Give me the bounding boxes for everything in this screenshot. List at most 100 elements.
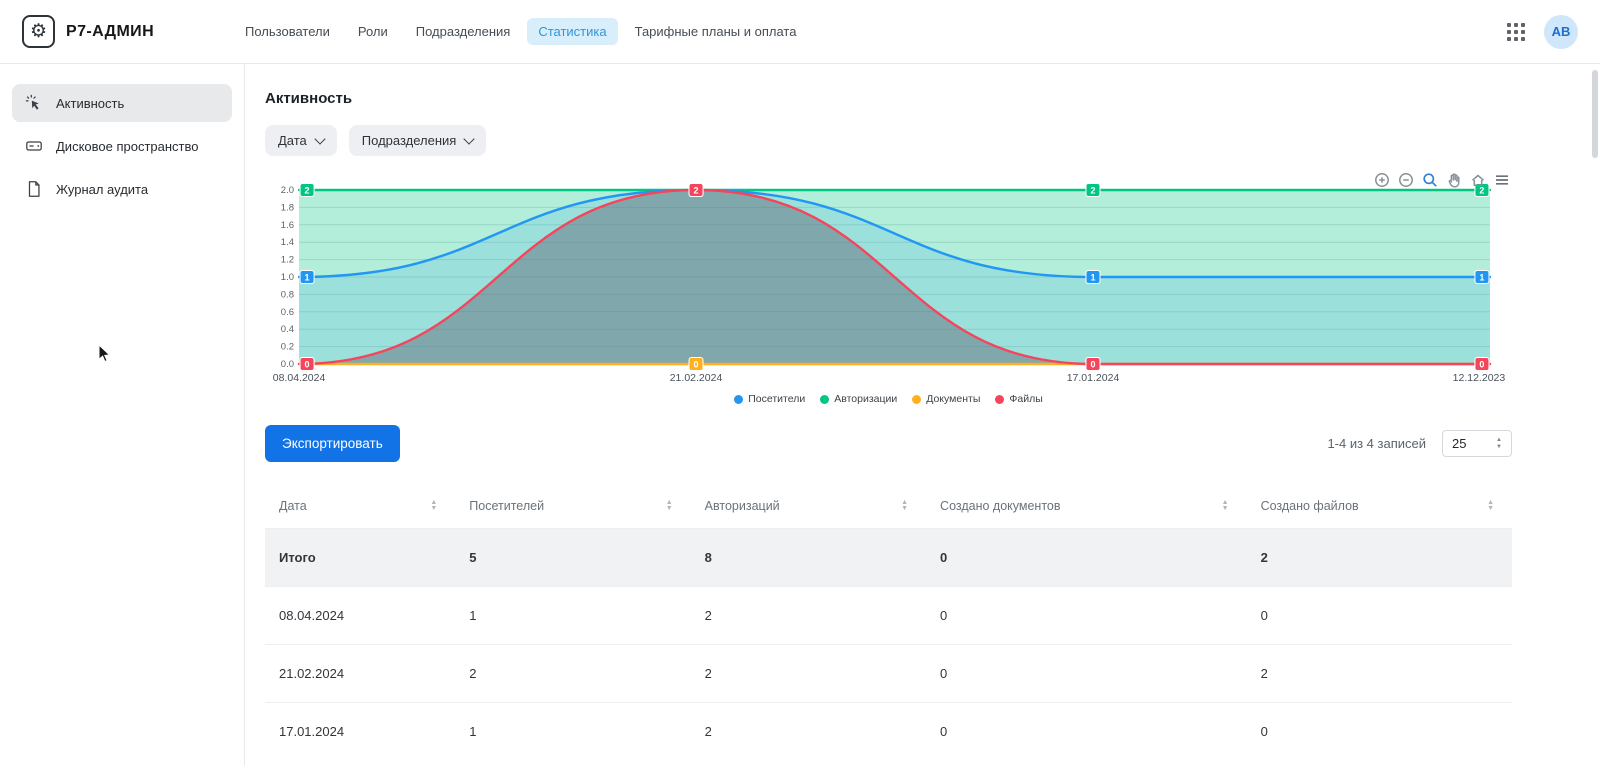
sort-icon[interactable]: ▲▼: [901, 500, 908, 512]
table-cell: 1: [455, 587, 690, 644]
svg-text:0.4: 0.4: [281, 324, 294, 335]
svg-text:1.6: 1.6: [281, 220, 294, 231]
legend-label: Посетители: [748, 393, 805, 405]
svg-text:1: 1: [1479, 273, 1484, 283]
legend-item[interactable]: Авторизации: [820, 393, 897, 405]
sidebar-item-label: Дисковое пространство: [56, 139, 199, 154]
activity-click-icon: [25, 94, 43, 112]
zoom-select-icon[interactable]: [1422, 172, 1438, 188]
sort-down-glyph: ▼: [1487, 506, 1494, 512]
actions-row: Экспортировать 1-4 из 4 записей 25 ▲▼: [265, 425, 1512, 462]
table-cell: 0: [1247, 587, 1512, 644]
export-button[interactable]: Экспортировать: [265, 425, 400, 462]
table-cell: 0: [1247, 703, 1512, 760]
legend-dot: [734, 395, 743, 404]
sidebar-item-default[interactable]: Журнал аудита: [12, 170, 232, 208]
table-row: 08.04.20241200: [265, 586, 1512, 644]
filter-chip-label: Подразделения: [362, 133, 457, 148]
nav-item[interactable]: Статистика: [527, 18, 617, 45]
column-header[interactable]: Дата ▲▼: [265, 499, 455, 513]
header: ⚙ Р7-АДМИН ПользователиРолиПодразделения…: [0, 0, 1600, 64]
legend-item[interactable]: Посетители: [734, 393, 805, 405]
sort-down-glyph: ▼: [666, 506, 673, 512]
page-size-select[interactable]: 25 ▲▼: [1442, 430, 1512, 457]
filter-chip[interactable]: Подразделения: [349, 125, 487, 156]
table-header-row: Дата▲▼Посетителей▲▼Авторизаций▲▼Создано …: [265, 484, 1512, 528]
svg-text:12.12.2023: 12.12.2023: [1453, 372, 1506, 384]
activity-table: Дата▲▼Посетителей▲▼Авторизаций▲▼Создано …: [265, 484, 1512, 760]
svg-text:1.0: 1.0: [281, 272, 294, 283]
legend-label: Файлы: [1009, 393, 1042, 405]
pan-icon[interactable]: [1446, 172, 1462, 188]
svg-text:08.04.2024: 08.04.2024: [273, 372, 326, 384]
legend-item[interactable]: Документы: [912, 393, 980, 405]
svg-text:1: 1: [1090, 273, 1095, 283]
table-cell: 2: [1247, 529, 1512, 586]
legend-label: Документы: [926, 393, 980, 405]
svg-text:2: 2: [1090, 186, 1095, 196]
spinner-icon: ▲▼: [1496, 437, 1502, 451]
nav-item[interactable]: Тарифные планы и оплата: [624, 18, 808, 45]
avatar[interactable]: АВ: [1544, 15, 1578, 49]
brand: ⚙ Р7-АДМИН: [22, 15, 228, 48]
table-cell: 2: [691, 703, 926, 760]
table-cell: 1: [455, 703, 690, 760]
sort-icon[interactable]: ▲▼: [666, 500, 673, 512]
scrollbar-thumb[interactable]: [1592, 70, 1598, 158]
column-header[interactable]: Авторизаций ▲▼: [691, 499, 926, 513]
sidebar-item-active[interactable]: Активность: [12, 84, 232, 122]
chart-toolbar: [1374, 172, 1510, 188]
svg-text:2: 2: [305, 186, 310, 196]
column-header[interactable]: Посетителей▲▼: [455, 499, 690, 513]
disk-icon: [25, 137, 43, 155]
nav-item[interactable]: Пользователи: [234, 18, 341, 45]
menu-icon[interactable]: [1494, 172, 1510, 188]
chevron-down-icon: [464, 133, 475, 144]
page-title: Активность: [265, 90, 1512, 107]
logo-gear-icon: ⚙: [22, 15, 55, 48]
filter-chip-label: Дата: [278, 133, 307, 148]
reset-home-icon[interactable]: [1470, 172, 1486, 188]
zoom-in-icon[interactable]: [1374, 172, 1390, 188]
logo-text: Р7-АДМИН: [66, 23, 154, 41]
legend-item[interactable]: Файлы: [995, 393, 1042, 405]
zoom-out-icon[interactable]: [1398, 172, 1414, 188]
svg-text:2: 2: [694, 186, 699, 196]
activity-chart: 0.00.20.40.60.81.01.21.41.61.82.008.04.2…: [265, 178, 1512, 405]
sort-down-glyph: ▼: [1222, 506, 1229, 512]
column-header[interactable]: Создано документов▲▼: [926, 499, 1247, 513]
nav-item[interactable]: Подразделения: [405, 18, 522, 45]
sidebar-menu: Активность Дисковое пространство Журнал ау…: [12, 84, 232, 208]
sidebar-item-label: Активность: [56, 96, 124, 111]
chart-canvas[interactable]: 0.00.20.40.60.81.01.21.41.61.82.008.04.2…: [265, 178, 1512, 390]
filter-chip[interactable]: Дата: [265, 125, 337, 156]
nav-item[interactable]: Роли: [347, 18, 399, 45]
table-cell: 0: [926, 529, 1247, 586]
sort-icon[interactable]: ▲▼: [1487, 500, 1494, 512]
legend-dot: [820, 395, 829, 404]
table-cell: 2: [691, 645, 926, 702]
sidebar-item-default[interactable]: Дисковое пространство: [12, 127, 232, 165]
table-row: 21.02.20242202: [265, 644, 1512, 702]
filters-row: Дата Подразделения: [265, 125, 1512, 156]
chart-legend: Посетители Авторизации Документы Файлы: [265, 393, 1512, 405]
table-cell: Итого: [265, 529, 455, 586]
svg-text:2.0: 2.0: [281, 185, 294, 196]
column-header-label: Авторизаций: [705, 499, 780, 513]
svg-text:0: 0: [1479, 360, 1484, 370]
table-cell: 0: [926, 587, 1247, 644]
legend-dot: [912, 395, 921, 404]
sort-icon[interactable]: ▲▼: [1222, 500, 1229, 512]
svg-text:0.0: 0.0: [281, 359, 294, 370]
header-nav: ПользователиРолиПодразделенияСтатистика Т…: [234, 18, 807, 45]
apps-grid-icon[interactable]: [1506, 22, 1526, 42]
svg-text:1.8: 1.8: [281, 202, 294, 213]
table-cell: 08.04.2024: [265, 587, 455, 644]
table-cell: 21.02.2024: [265, 645, 455, 702]
column-header[interactable]: Создано файлов▲▼: [1247, 499, 1512, 513]
svg-text:0: 0: [1090, 360, 1095, 370]
sort-icon[interactable]: ▲▼: [430, 500, 437, 512]
column-header-label: Дата: [279, 499, 307, 513]
audit-log-icon: [25, 180, 43, 198]
legend-label: Авторизации: [834, 393, 897, 405]
